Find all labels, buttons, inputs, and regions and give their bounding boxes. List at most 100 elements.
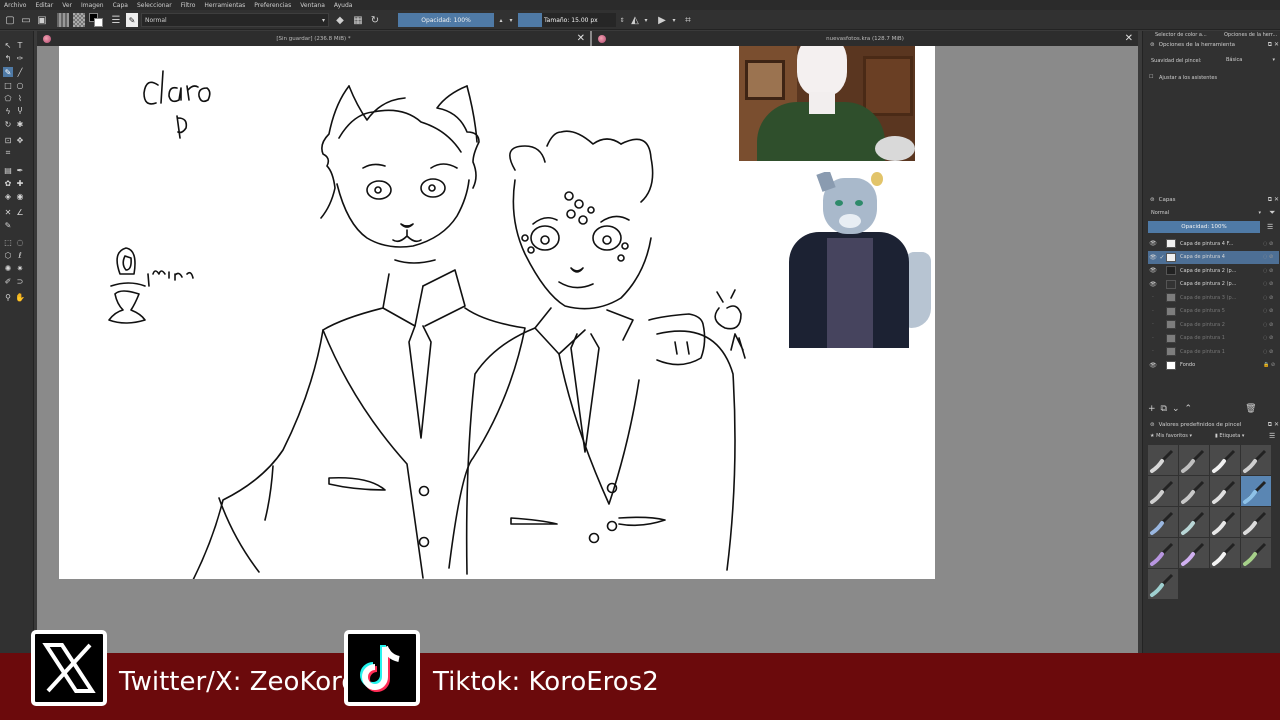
size-slider[interactable]: Tamaño: 15.00 px <box>542 13 616 27</box>
tab-tool-options[interactable]: Opciones de la herr... <box>1212 31 1280 40</box>
tab-color-selector[interactable]: Selector de color a... <box>1143 31 1212 40</box>
layer-opacity-slider[interactable]: Opacidad: 100% <box>1148 221 1260 233</box>
layer-row[interactable]: 👁 Capa de pintura 4 F... ◌ ⊘ <box>1148 237 1279 251</box>
brush-preset-icon[interactable]: ✎ <box>126 13 138 27</box>
brush-preset[interactable] <box>1241 476 1271 506</box>
pan-tool-icon[interactable]: ✋ <box>15 292 25 302</box>
layer-row[interactable]: 👁 Capa de pintura 2 (p... ◌ ⊘ <box>1148 278 1279 292</box>
colorize-mask-icon[interactable]: ✿ <box>3 178 13 188</box>
move-tool-icon[interactable]: ✥ <box>15 135 25 145</box>
eye-hidden-icon[interactable]: · <box>1148 321 1158 328</box>
eraser-icon[interactable]: ◆ <box>334 13 346 27</box>
mirror-v-dropdown[interactable]: ▾ <box>670 13 678 27</box>
close-icon[interactable]: ✕ <box>577 33 585 44</box>
layer-row[interactable]: · Capa de pintura 1 ◌ ⊘ <box>1148 332 1279 346</box>
reference-image-hoodie[interactable] <box>789 172 931 348</box>
transform-tool-icon[interactable]: ⊡ <box>3 135 13 145</box>
new-document-icon[interactable]: ▢ <box>4 13 16 27</box>
eye-icon[interactable]: 👁 <box>1148 240 1158 247</box>
layer-row[interactable]: · Capa de pintura 5 ◌ ⊘ <box>1148 305 1279 319</box>
assistant-tool-icon[interactable]: ✕ <box>3 207 13 217</box>
brush-settings-icon[interactable]: ☰ <box>110 13 122 27</box>
eye-icon[interactable]: 👁 <box>1148 281 1158 288</box>
gradient-swatch[interactable] <box>57 13 69 27</box>
eye-hidden-icon[interactable]: · <box>1148 348 1158 355</box>
brush-preset[interactable] <box>1210 507 1240 537</box>
move-up-icon[interactable]: ⌃ <box>1185 404 1193 414</box>
brush-preset[interactable] <box>1148 507 1178 537</box>
brush-preset[interactable] <box>1148 538 1178 568</box>
delete-layer-icon[interactable]: 🗑 <box>1245 404 1256 414</box>
opacity-slider[interactable]: Opacidad: 100% <box>398 13 494 27</box>
menu-preferencias[interactable]: Preferencias <box>254 2 291 9</box>
lock-icon[interactable]: 🔒 ⊘ <box>1263 362 1279 368</box>
polygon-tool-icon[interactable]: ⬠ <box>3 93 13 103</box>
brush-preset[interactable] <box>1241 538 1271 568</box>
brush-preset[interactable] <box>1241 507 1271 537</box>
brush-preset[interactable] <box>1210 538 1240 568</box>
document-tab-unsaved[interactable]: [Sin guardar] (236.8 MiB) * ✕ <box>37 31 590 46</box>
mirror-vertical-icon[interactable]: ▶ <box>656 13 668 27</box>
ellipse-tool-icon[interactable]: ○ <box>15 80 25 90</box>
select-shapes-icon[interactable]: ↖ <box>3 40 13 50</box>
assistants-checkbox[interactable]: ☐ <box>1149 74 1153 80</box>
reference-image-green-shirt[interactable] <box>739 46 915 161</box>
filter-icon[interactable]: ⏷ <box>1269 208 1275 218</box>
menu-seleccionar[interactable]: Seleccionar <box>137 2 172 9</box>
brush-preset[interactable] <box>1179 538 1209 568</box>
eye-hidden-icon[interactable]: · <box>1148 294 1158 301</box>
measure-tool-icon[interactable]: ∠ <box>15 207 25 217</box>
freehand-brush-icon[interactable]: ✎ <box>3 67 13 77</box>
calligraphy-icon[interactable]: ✑ <box>15 53 25 63</box>
wrap-around-icon[interactable]: ⌗ <box>682 13 694 27</box>
brush-preset[interactable] <box>1148 445 1178 475</box>
layer-blend-select[interactable]: Normal ▾ <box>1148 208 1263 217</box>
opacity-spin[interactable]: ▴ <box>497 13 505 27</box>
polygon-select-icon[interactable]: ⬡ <box>3 250 13 260</box>
size-slider-fill[interactable] <box>518 13 542 27</box>
eye-icon[interactable]: 👁 <box>1148 254 1158 261</box>
brush-preset[interactable] <box>1148 569 1178 599</box>
reload-icon[interactable]: ↻ <box>369 13 381 27</box>
layer-row[interactable]: 👁 Capa de pintura 2 (p... ◌ ⊘ <box>1148 264 1279 278</box>
bezier-select-icon[interactable]: ✐ <box>3 276 13 286</box>
favorites-tag[interactable]: ★ Mis favoritos ▾ <box>1150 433 1192 439</box>
polyline-tool-icon[interactable]: ⌇ <box>15 93 25 103</box>
close-icon[interactable]: ✕ <box>1125 33 1133 44</box>
pattern-swatch[interactable] <box>73 13 85 27</box>
layer-row[interactable]: · Capa de pintura 1 ◌ ⊘ <box>1148 345 1279 359</box>
mirror-horizontal-icon[interactable]: ◭ <box>629 13 641 27</box>
multibrush-icon[interactable]: ✱ <box>15 119 25 129</box>
layer-row-selected[interactable]: 👁 ✓ Capa de pintura 4 ◌ ⊘ <box>1148 250 1279 264</box>
smoothing-select[interactable]: Básica ▾ <box>1223 55 1277 64</box>
lasso-select-icon[interactable]: ℓ <box>15 250 25 260</box>
eye-hidden-icon[interactable]: · <box>1148 308 1158 315</box>
layer-row-background[interactable]: 👁 Fondo 🔒 ⊘ <box>1148 359 1279 373</box>
fill-tool-icon[interactable]: ◈ <box>3 191 13 201</box>
reference-images-icon[interactable]: ✎ <box>3 220 13 230</box>
brush-preset[interactable] <box>1179 507 1209 537</box>
menu-editar[interactable]: Editar <box>35 2 53 9</box>
color-picker-icon[interactable]: ✒ <box>15 165 25 175</box>
brush-preset[interactable] <box>1148 476 1178 506</box>
rectangle-tool-icon[interactable]: □ <box>3 80 13 90</box>
crop-tool-icon[interactable]: ⌗ <box>3 148 13 158</box>
bezier-tool-icon[interactable]: ϟ <box>3 106 13 116</box>
presets-menu-icon[interactable]: ☰ <box>1269 432 1275 440</box>
brush-preset[interactable] <box>1179 476 1209 506</box>
layer-row[interactable]: · Capa de pintura 2 ◌ ⊘ <box>1148 318 1279 332</box>
move-down-icon[interactable]: ⌄ <box>1172 404 1180 414</box>
rect-select-icon[interactable]: ⬚ <box>3 237 13 247</box>
eye-hidden-icon[interactable]: · <box>1148 335 1158 342</box>
layer-menu-icon[interactable]: ☰ <box>1267 223 1273 231</box>
menu-imagen[interactable]: Imagen <box>81 2 104 9</box>
line-tool-icon[interactable]: ╱ <box>15 67 25 77</box>
drawing-canvas[interactable] <box>59 46 935 579</box>
opacity-dropdown[interactable]: ▾ <box>507 13 515 27</box>
add-layer-icon[interactable]: + <box>1148 404 1156 414</box>
zoom-tool-icon[interactable]: ⚲ <box>3 292 13 302</box>
text-tool-icon[interactable]: T <box>15 40 25 50</box>
menu-herramientas[interactable]: Herramientas <box>204 2 245 9</box>
smart-patch-icon[interactable]: ✚ <box>15 178 25 188</box>
similar-select-icon[interactable]: ✷ <box>15 263 25 273</box>
